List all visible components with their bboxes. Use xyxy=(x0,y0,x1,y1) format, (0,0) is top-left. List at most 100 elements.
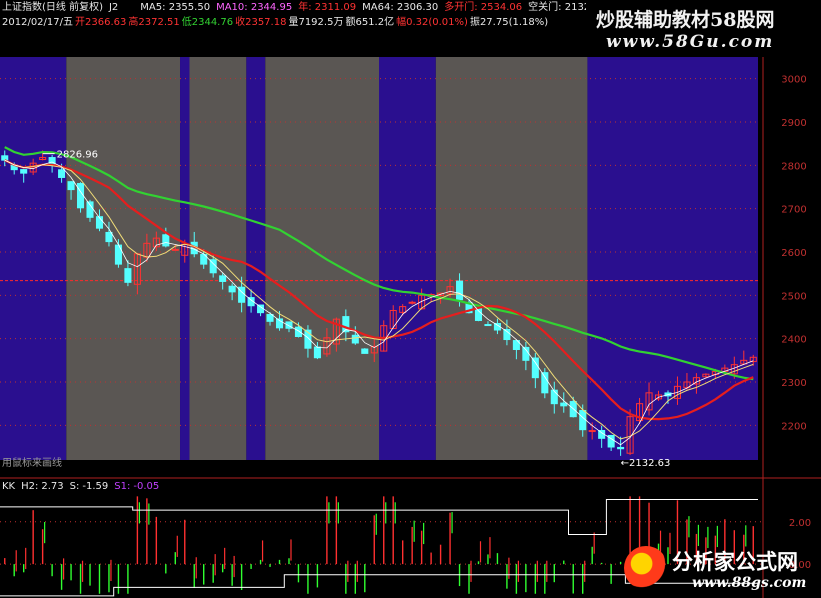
ma64-value: 2306.30 xyxy=(396,2,439,13)
high-name: 高 xyxy=(128,17,139,28)
chart-header-row-2: 2012/02/17/五 开2366.63 高2372.51 低2344.76 收235… xyxy=(2,17,548,29)
volume-name: 量 xyxy=(288,17,299,28)
indicator-s1-name: S1: xyxy=(114,481,131,492)
low-name: 低 xyxy=(181,17,192,28)
chart-title: 上证指数(日线 前复权) xyxy=(2,2,103,13)
indicator-s: S: -1.59 xyxy=(70,481,109,492)
candle-body xyxy=(351,334,359,344)
high-label: 高2372.51 xyxy=(128,17,179,28)
volume-value: 7192.5万 xyxy=(298,17,344,28)
candle-body xyxy=(162,234,170,247)
zone-gray-1 xyxy=(66,57,181,460)
candle-body xyxy=(456,280,464,301)
candle-body xyxy=(294,326,302,337)
candle-body xyxy=(560,402,568,407)
close-label: 收2357.18 xyxy=(235,17,286,28)
candle-body xyxy=(105,231,113,243)
indicator-s-value: -1.59 xyxy=(82,481,109,492)
y-tick-label-2600: 2600 xyxy=(781,248,806,259)
indicator-h2-name: H2: xyxy=(21,481,39,492)
candle-body xyxy=(20,169,28,174)
ma64-name: MA64 xyxy=(362,2,391,13)
amount-label: 额651.2亿 xyxy=(345,17,394,28)
candle-body xyxy=(58,169,66,178)
candle-body xyxy=(588,430,596,433)
amount-value: 651.2亿 xyxy=(355,17,395,28)
amplitude-name: 振 xyxy=(469,17,480,28)
y-tick-label-2400: 2400 xyxy=(781,335,806,346)
zone-gray-7 xyxy=(435,57,588,460)
candle-body xyxy=(1,155,9,161)
long-gate-label: 多开门: 2534.06 xyxy=(444,2,523,13)
change-label: 幅0.32(0.01%) xyxy=(396,17,468,28)
year-line-label: 年: 2311.09 xyxy=(298,2,357,13)
year-line-name: 年 xyxy=(298,2,309,13)
y-tick-label-2300: 2300 xyxy=(781,378,806,389)
watermark-58gu-title: 炒股辅助教材58股网 xyxy=(596,9,775,31)
candle-body xyxy=(531,357,539,379)
y-tick-label-2900: 2900 xyxy=(781,118,806,129)
candle-body xyxy=(579,410,587,431)
candle-body xyxy=(550,389,558,405)
candle-body xyxy=(124,268,132,283)
low-marker-label: ←2132.63 xyxy=(621,458,671,469)
zone-purple-0 xyxy=(0,57,67,460)
candle-body xyxy=(67,181,75,191)
high-marker-label: 2826.96 xyxy=(57,150,98,161)
ma10-label: MA10: 2344.95 xyxy=(216,2,293,13)
open-label: 开2366.63 xyxy=(75,17,126,28)
candle-body xyxy=(484,324,492,327)
y-tick-label-3000: 3000 xyxy=(781,75,806,86)
low-value: 2344.76 xyxy=(191,17,234,28)
candle-body xyxy=(171,248,179,251)
ma10-value: 2344.95 xyxy=(250,2,293,13)
watermark-88gs: 分析家公式网 www.88gs.com xyxy=(620,540,821,598)
change-value: 0.32(0.01%) xyxy=(406,17,468,28)
chart-canvas: 2200 2300 2400 2500 2600 2700 2800 2900 3000 2826… xyxy=(0,57,821,598)
candle-body xyxy=(408,301,416,304)
indicator-s1-value: -0.05 xyxy=(133,481,160,492)
watermark-88gs-title: 分析家公式网 xyxy=(672,549,798,574)
candle-body xyxy=(361,348,369,354)
amplitude-value: 27.75(1.18%) xyxy=(479,17,549,28)
zone-gray-5 xyxy=(265,57,379,460)
change-name: 幅 xyxy=(396,17,407,28)
draw-tool-label: 用鼠标来画线 xyxy=(2,458,62,469)
candle-body xyxy=(313,346,321,359)
zone-purple-8 xyxy=(587,57,758,460)
volume-label: 量7192.5万 xyxy=(288,17,343,28)
amount-name: 额 xyxy=(345,17,356,28)
long-gate-name: 多开门 xyxy=(444,2,475,13)
chart-header-row-1: 上证指数(日线 前复权) J2 MA5: 2355.50 MA10: 2344.95 年… xyxy=(2,2,596,14)
year-line-value: 2311.09 xyxy=(314,2,357,13)
y-tick-label-2800: 2800 xyxy=(781,161,806,172)
chart-period-code: J2 xyxy=(108,2,119,13)
watermark-58gu-url: www.58Gu.com xyxy=(606,32,775,52)
candle-body xyxy=(257,304,265,314)
zone-purple-4 xyxy=(246,57,266,460)
candle-body xyxy=(266,314,274,322)
candle-body xyxy=(77,182,85,209)
ma10-name: MA10 xyxy=(216,2,245,13)
indicator-header: KK H2: 2.73 S: -1.59 S1: -0.05 xyxy=(2,481,165,493)
ma5-label: MA5: 2355.50 xyxy=(140,2,211,13)
watermark-58gu: 炒股辅助教材58股网 www.58Gu.com xyxy=(586,0,821,56)
indicator-s1: S1: -0.05 xyxy=(114,481,159,492)
long-gate-value: 2534.06 xyxy=(480,2,523,13)
zone-purple-6 xyxy=(379,57,436,460)
low-label: 低2344.76 xyxy=(182,17,233,28)
close-value: 2357.18 xyxy=(245,17,287,28)
ma64-label: MA64: 2306.30 xyxy=(362,2,439,13)
indicator-upper-line xyxy=(0,499,758,535)
candle-body xyxy=(219,275,227,282)
indicator-name: KK xyxy=(2,481,16,492)
candle-body xyxy=(474,307,483,321)
indicator-h2-value: 2.73 xyxy=(41,481,64,492)
amplitude-label: 振27.75(1.18%) xyxy=(470,17,548,28)
open-value: 2366.63 xyxy=(85,17,127,28)
watermark-88gs-url: www.88gs.com xyxy=(692,575,807,591)
candle-body xyxy=(228,285,236,293)
watermark-88gs-logo-icon xyxy=(624,546,668,590)
candle-body xyxy=(541,372,549,394)
ma5-name: MA5 xyxy=(140,2,163,13)
